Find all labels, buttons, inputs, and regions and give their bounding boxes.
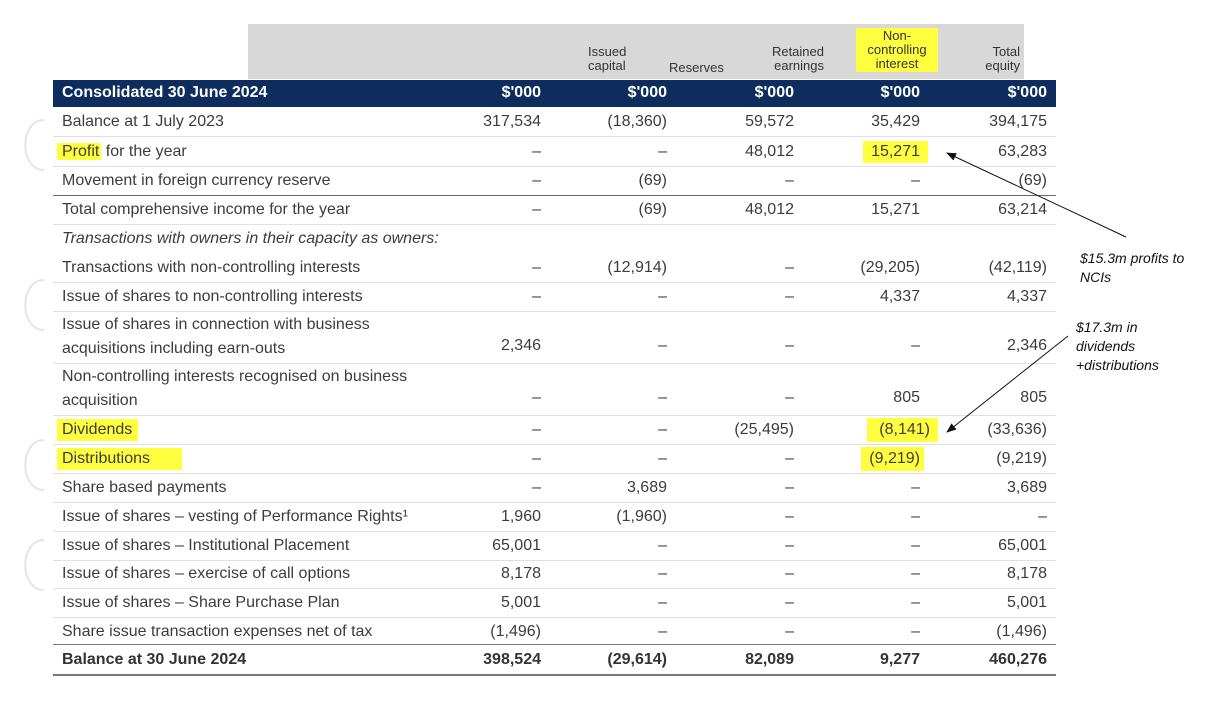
annotation-arrows bbox=[946, 152, 1127, 433]
arrow-to-profit bbox=[946, 152, 1127, 238]
arrow-to-dividends bbox=[946, 335, 1069, 433]
